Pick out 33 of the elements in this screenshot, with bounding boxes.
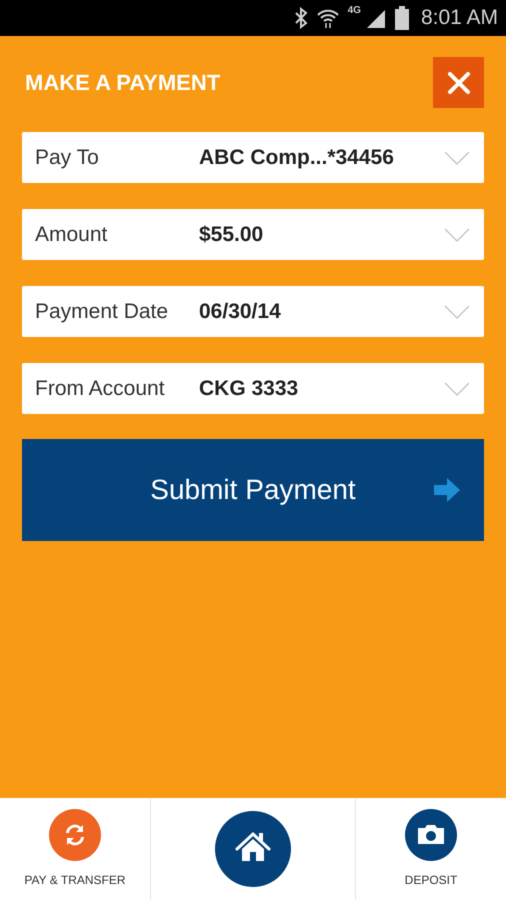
chevron-down-icon bbox=[444, 304, 470, 318]
field-label: Payment Date bbox=[35, 298, 170, 325]
wifi-icon bbox=[316, 7, 340, 29]
nav-label: DEPOSIT bbox=[404, 872, 458, 889]
refresh-icon bbox=[49, 809, 101, 861]
dropdown-field[interactable]: From Account CKG 3333 bbox=[22, 363, 484, 414]
field-label: Amount bbox=[35, 222, 108, 248]
field-value: ABC Comp...*34456 bbox=[199, 144, 395, 171]
close-button[interactable] bbox=[433, 57, 484, 108]
chevron-down-icon bbox=[444, 382, 470, 396]
close-icon bbox=[446, 70, 470, 94]
clock: 8:01 AM bbox=[420, 5, 498, 32]
network-type: 4G bbox=[348, 4, 361, 18]
dropdown-field[interactable]: Amount $55.00 bbox=[22, 209, 484, 260]
bluetooth-icon bbox=[294, 7, 308, 29]
nav-label: PAY & TRANSFER bbox=[24, 872, 126, 889]
submit-button[interactable]: Submit Payment bbox=[22, 439, 484, 541]
dropdown-field[interactable]: Pay To ABC Comp...*34456 bbox=[22, 132, 484, 183]
camera-icon bbox=[405, 809, 457, 861]
arrow-right-icon bbox=[434, 478, 460, 502]
dropdown-field[interactable]: Payment Date 06/30/14 bbox=[22, 286, 484, 337]
field-value: $55.00 bbox=[199, 222, 264, 248]
nav-tab[interactable]: PAY & TRANSFER bbox=[0, 798, 150, 900]
page-title: MAKE A PAYMENT bbox=[25, 69, 220, 97]
field-label: From Account bbox=[35, 376, 166, 402]
field-value: 06/30/14 bbox=[199, 298, 282, 325]
chevron-down-icon bbox=[444, 228, 470, 242]
nav-tab[interactable]: DEPOSIT bbox=[356, 798, 506, 900]
battery-icon bbox=[394, 6, 409, 30]
field-label: Pay To bbox=[35, 144, 100, 171]
field-value: CKG 3333 bbox=[199, 376, 300, 402]
home-icon bbox=[215, 811, 291, 887]
chevron-down-icon bbox=[444, 150, 470, 164]
